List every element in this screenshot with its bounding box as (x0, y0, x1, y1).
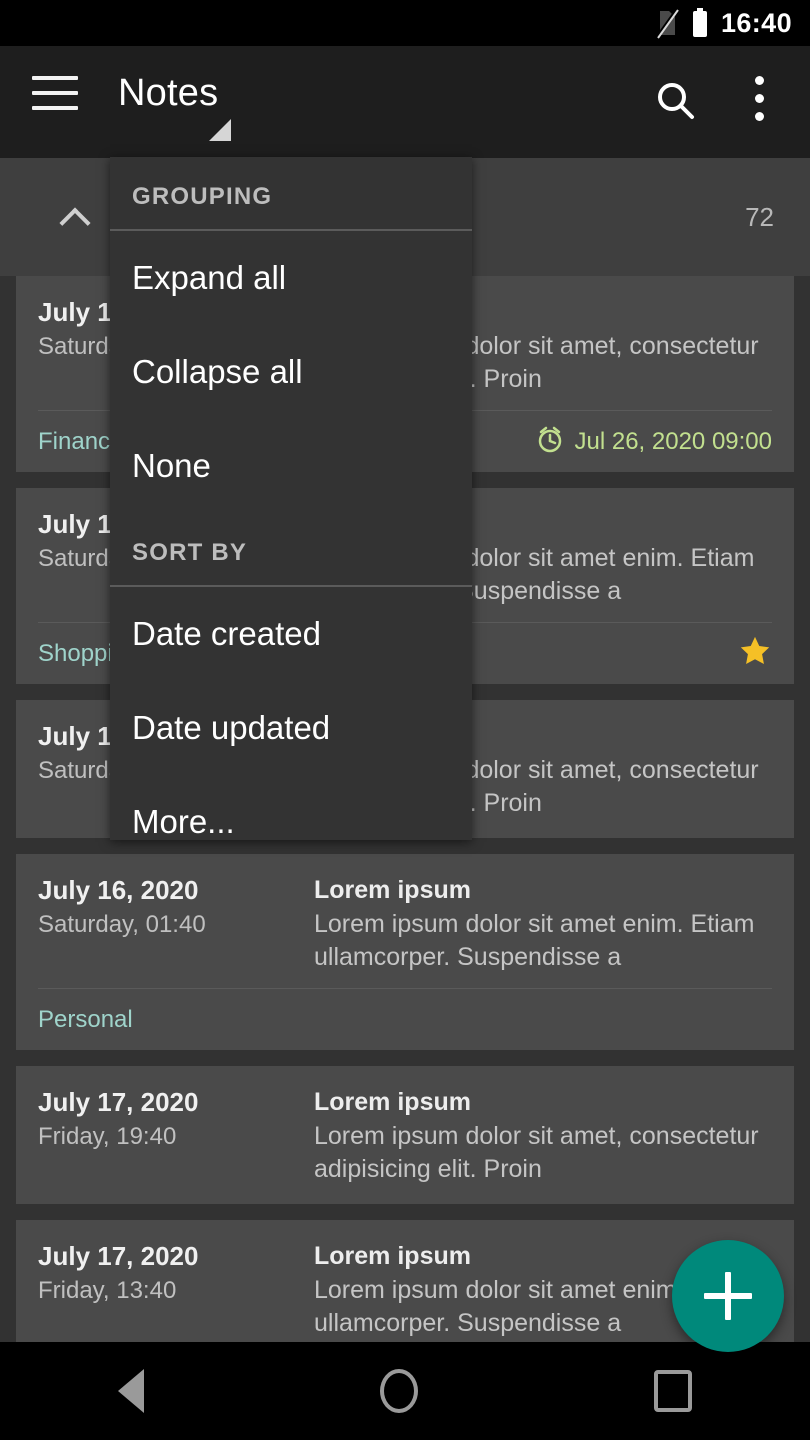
star-icon[interactable] (738, 634, 772, 673)
hamburger-menu-icon[interactable] (32, 76, 78, 110)
note-day-time: Friday, 13:40 (38, 1277, 177, 1304)
menu-item-date-updated[interactable]: Date updated (110, 681, 472, 775)
grouping-sort-dropdown-menu[interactable]: GROUPING Expand all Collapse all None SO… (110, 157, 472, 840)
page-title[interactable]: Notes (118, 72, 218, 115)
note-label[interactable]: Personal (38, 1006, 133, 1034)
note-day-time: Saturday, 01:40 (38, 911, 206, 938)
chevron-up-icon[interactable] (62, 202, 92, 232)
note-preview-text: Lorem ipsum dolor sit amet, consectetur … (314, 1122, 759, 1183)
dropdown-caret-icon (209, 119, 231, 141)
note-card-spacer (38, 1186, 772, 1204)
status-bar: 16:40 (0, 0, 810, 46)
note-card-footer: Personal (38, 988, 772, 1050)
note-date-block: July 17, 2020 Friday, 19:40 (38, 1084, 308, 1186)
note-date: July 17, 2020 (38, 1241, 199, 1271)
no-sim-icon (655, 7, 679, 39)
note-day-time: Friday, 19:40 (38, 1123, 177, 1150)
note-date: July 17, 2020 (38, 1087, 199, 1117)
note-date: July 16, 2020 (38, 875, 199, 905)
alarm-clock-icon (535, 424, 565, 459)
add-note-fab[interactable] (672, 1240, 784, 1352)
note-content-block: Lorem ipsum Lorem ipsum dolor sit amet, c… (308, 1084, 772, 1186)
note-title: Lorem ipsum (314, 876, 471, 904)
menu-section-label: GROUPING (132, 183, 273, 210)
note-title: Lorem ipsum (314, 1088, 471, 1116)
android-nav-bar (0, 1342, 810, 1440)
note-meta: Jul 26, 2020 09:00 (535, 424, 773, 459)
note-card-body: July 17, 2020 Friday, 19:40 Lorem ipsum Lor… (38, 1084, 772, 1186)
menu-item-expand-all[interactable]: Expand all (110, 231, 472, 325)
phone-screen: 16:40 Notes 72 July 18, 2020Saturday, 13… (0, 0, 810, 1440)
menu-item-collapse-all[interactable]: Collapse all (110, 325, 472, 419)
note-card-body: July 16, 2020 Saturday, 01:40 Lorem ipsum L… (38, 872, 772, 974)
recents-square-icon[interactable] (654, 1370, 692, 1412)
app-bar: Notes (0, 46, 810, 158)
menu-section-sort-by: SORT BY Date created Date updated More..… (110, 513, 472, 869)
note-preview-text: Lorem ipsum dolor sit amet enim. Etiam u… (314, 910, 755, 971)
note-card[interactable]: July 16, 2020 Saturday, 01:40 Lorem ipsum L… (16, 854, 794, 1050)
status-clock: 16:40 (720, 7, 792, 38)
menu-item-more[interactable]: More... (110, 775, 472, 869)
note-card-body: July 17, 2020 Friday, 13:40 Lorem ipsum Lor… (38, 1238, 772, 1340)
battery-icon (691, 7, 709, 39)
note-content-block: Lorem ipsum Lorem ipsum dolor sit amet en… (308, 872, 772, 974)
overflow-menu-icon[interactable] (755, 76, 764, 121)
home-circle-icon[interactable] (380, 1369, 418, 1413)
note-card[interactable]: July 17, 2020 Friday, 19:40 Lorem ipsum Lor… (16, 1066, 794, 1204)
back-triangle-icon[interactable] (118, 1369, 144, 1413)
note-meta (738, 634, 772, 673)
plus-icon (704, 1272, 752, 1320)
note-date-block: July 16, 2020 Saturday, 01:40 (38, 872, 308, 974)
group-count: 72 (745, 201, 774, 232)
menu-item-date-created[interactable]: Date created (110, 587, 472, 681)
menu-section-label: SORT BY (132, 539, 248, 566)
menu-item-none[interactable]: None (110, 419, 472, 513)
note-date-block: July 17, 2020 Friday, 13:40 (38, 1238, 308, 1340)
menu-section-grouping: GROUPING Expand all Collapse all None (110, 157, 472, 513)
note-reminder: Jul 26, 2020 09:00 (574, 427, 773, 455)
search-icon[interactable] (652, 78, 700, 131)
